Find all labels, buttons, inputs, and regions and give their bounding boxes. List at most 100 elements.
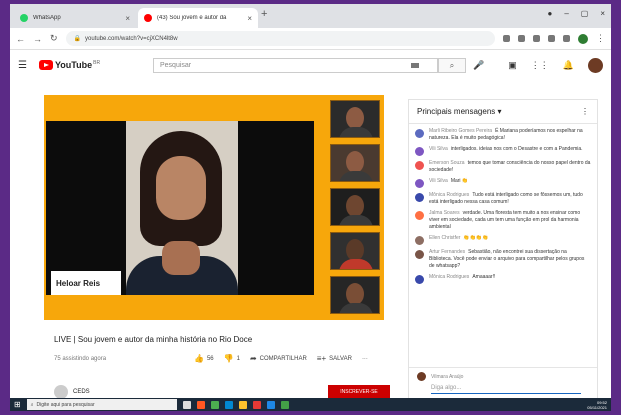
chat-message-content: Jalma Soares verdade. Uma floresta tem mu… xyxy=(429,210,591,231)
chat-author[interactable]: Mônica Rodrigues xyxy=(429,192,469,198)
subscribe-button[interactable]: INSCREVER-SE xyxy=(328,385,390,399)
video-title: LIVE | Sou jovem e autor da minha histór… xyxy=(54,335,253,344)
avatar xyxy=(415,250,424,259)
minimize-icon[interactable]: – xyxy=(564,9,568,18)
profile-avatar[interactable] xyxy=(578,33,588,44)
chat-author[interactable]: Vili Silva xyxy=(429,146,448,152)
reload-icon[interactable]: ↻ xyxy=(50,33,58,44)
chat-message: Artur Fernandes Sebastião, não encontrei … xyxy=(415,249,591,270)
url-field[interactable]: 🔒 youtube.com/watch?v=cjXCN4lt8w xyxy=(65,31,495,46)
avatar xyxy=(415,193,424,202)
windows-taskbar: ⊞ ⌕ Digite aqui para pesquisar 09:52 05/… xyxy=(10,398,611,411)
youtube-logo[interactable]: YouTube BR xyxy=(38,60,100,70)
header-actions: ▣ ⋮⋮ 🔔 xyxy=(508,58,603,73)
thumbs-up-icon: 👍 xyxy=(194,354,204,363)
app-icon[interactable] xyxy=(210,400,219,409)
star-icon[interactable] xyxy=(518,35,525,42)
app-icon[interactable] xyxy=(196,400,205,409)
bell-icon[interactable]: 🔔 xyxy=(563,60,574,71)
avatar xyxy=(415,129,424,138)
new-tab-button[interactable]: + xyxy=(261,8,267,20)
taskbar-search-placeholder: Digite aqui para pesquisar xyxy=(36,401,95,408)
puzzle-icon[interactable] xyxy=(563,35,570,42)
dislike-button[interactable]: 👎 1 xyxy=(224,354,240,363)
video-viewers: 75 assistindo agora xyxy=(54,356,107,362)
channel-info: CEDS xyxy=(54,385,90,399)
url-text: youtube.com/watch?v=cjXCN4lt8w xyxy=(85,35,178,42)
lock-icon: 🔒 xyxy=(73,36,82,42)
system-clock[interactable]: 09:52 05/11/2021 xyxy=(587,400,607,410)
close-icon[interactable]: × xyxy=(125,14,130,23)
maximize-icon[interactable]: ▢ xyxy=(581,9,589,18)
chat-message-content: Artur Fernandes Sebastião, não encontrei … xyxy=(429,249,591,270)
channel-avatar[interactable] xyxy=(54,385,68,399)
back-icon[interactable]: ← xyxy=(16,34,25,44)
create-video-icon[interactable]: ▣ xyxy=(508,60,517,71)
mic-icon[interactable]: 🎤 xyxy=(473,60,484,71)
chat-message-content: Mônica Rodrigues Tudo está interligado co… xyxy=(429,192,591,206)
hamburger-menu-icon[interactable]: ☰ xyxy=(18,60,27,71)
menu-icon[interactable]: ⋮ xyxy=(596,33,605,44)
chat-user-name: Vilmara Araújo xyxy=(431,373,464,380)
avatar[interactable] xyxy=(588,58,603,73)
search-button[interactable]: ⌕ xyxy=(438,58,466,73)
app-icon[interactable] xyxy=(252,400,261,409)
file-explorer-icon[interactable] xyxy=(238,400,247,409)
share-label: COMPARTILHAR xyxy=(259,355,307,362)
extension-icon[interactable] xyxy=(503,35,510,42)
search-icon: ⌕ xyxy=(30,401,34,408)
record-icon[interactable]: ● xyxy=(547,9,552,18)
video-actions: 👍 56 👎 1 ➦ COMPARTILHAR ≡+ SALVAR ··· xyxy=(194,354,368,363)
tab-whatsapp[interactable]: WhatsApp × xyxy=(14,8,136,28)
tab-label: WhatsApp xyxy=(33,15,61,21)
participant-thumbnail xyxy=(330,188,380,226)
chat-author[interactable]: Vili Silva xyxy=(429,178,448,184)
chat-author[interactable]: Jalma Soares xyxy=(429,210,460,216)
chat-author[interactable]: Emerson Souza xyxy=(429,160,465,166)
more-vert-icon[interactable]: ⋮ xyxy=(581,107,589,116)
chat-message: Ellen Christfer 👏👏👏👏 xyxy=(415,235,591,245)
youtube-play-icon xyxy=(38,60,53,70)
dislike-count: 1 xyxy=(236,355,240,362)
chat-message-list: Marli Ribeiro Gomes Pereira É Mariana pod… xyxy=(409,124,597,292)
forward-icon[interactable]: → xyxy=(33,34,42,44)
tab-youtube[interactable]: (43) Sou jovem e autor da × xyxy=(138,8,258,28)
task-view-icon[interactable] xyxy=(182,400,191,409)
close-window-icon[interactable]: × xyxy=(600,9,605,18)
extension-icon[interactable] xyxy=(548,35,555,42)
chat-message-content: Mônica Rodrigues Amaaaar!! xyxy=(429,274,495,284)
taskbar-search-input[interactable]: ⌕ Digite aqui para pesquisar xyxy=(26,399,177,410)
window-controls: ● – ▢ × xyxy=(547,9,605,18)
search-icon: ⌕ xyxy=(449,60,455,70)
share-button[interactable]: ➦ COMPARTILHAR xyxy=(250,354,307,363)
share-icon: ➦ xyxy=(249,354,257,363)
clock-date: 05/11/2021 xyxy=(587,404,607,410)
close-icon[interactable]: × xyxy=(247,14,252,23)
app-icon[interactable] xyxy=(266,400,275,409)
more-actions-button[interactable]: ··· xyxy=(362,356,368,362)
presenter-name-tag: Heloar Reis xyxy=(51,271,121,295)
avatar xyxy=(415,147,424,156)
save-button[interactable]: ≡+ SALVAR xyxy=(317,354,352,363)
browser-window: WhatsApp × (43) Sou jovem e autor da × +… xyxy=(10,4,611,411)
chat-text: Amaaaar!! xyxy=(472,274,496,280)
chat-author[interactable]: Mônica Rodrigues xyxy=(429,274,469,280)
apps-grid-icon[interactable]: ⋮⋮ xyxy=(531,60,549,71)
chat-mode-dropdown[interactable]: Principais mensagens ▾ xyxy=(417,107,502,116)
search-input[interactable]: Pesquisar xyxy=(153,58,438,73)
edge-icon[interactable] xyxy=(224,400,233,409)
chrome-icon[interactable] xyxy=(280,400,289,409)
chat-author[interactable]: Marli Ribeiro Gomes Pereira xyxy=(429,128,492,134)
keyboard-icon[interactable] xyxy=(411,63,419,68)
avatar xyxy=(415,161,424,170)
channel-name[interactable]: CEDS xyxy=(73,389,90,395)
windows-start-icon[interactable]: ⊞ xyxy=(14,400,21,409)
like-button[interactable]: 👍 56 xyxy=(194,354,214,363)
chat-message: Mônica Rodrigues Tudo está interligado co… xyxy=(415,192,591,206)
chat-author[interactable]: Artur Fernandes xyxy=(429,249,465,255)
tab-strip: WhatsApp × (43) Sou jovem e autor da × +… xyxy=(10,4,611,28)
extension-icon[interactable] xyxy=(533,35,540,42)
chat-message-input[interactable]: Diga algo... xyxy=(431,385,581,394)
chat-author[interactable]: Ellen Christfer xyxy=(429,235,460,241)
video-player[interactable]: Heloar Reis xyxy=(44,95,384,320)
